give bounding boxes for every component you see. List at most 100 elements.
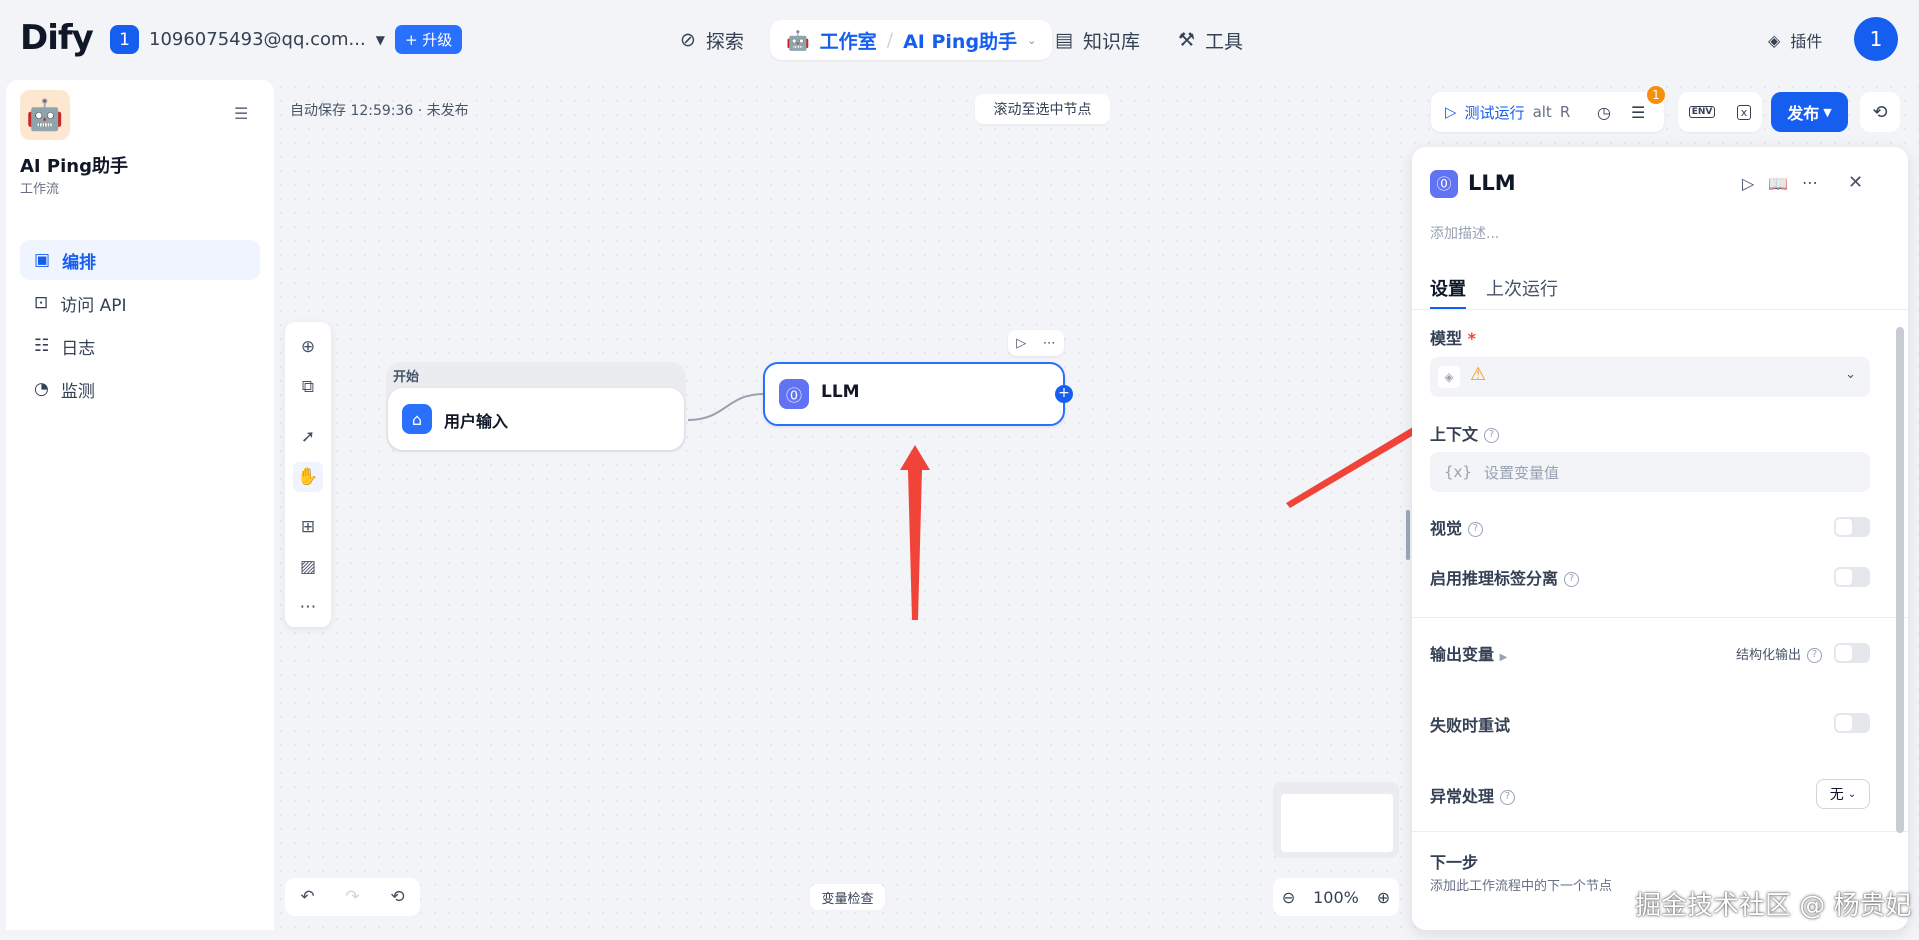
nav-studio[interactable]: 🤖 工作室 / AI Ping助手 ⌄: [770, 20, 1053, 60]
llm-icon: ⓪: [1430, 170, 1458, 198]
zoom-level[interactable]: 100%: [1313, 888, 1359, 907]
help-icon[interactable]: ?: [1468, 522, 1484, 537]
output-vars-label[interactable]: 输出变量 ▶: [1430, 641, 1507, 665]
panel-resize-handle[interactable]: [1406, 510, 1410, 560]
variable-inspect-button[interactable]: 变量检查: [810, 884, 885, 910]
checklist-count-badge: 1: [1647, 86, 1665, 104]
retry-label: 失败时重试: [1430, 716, 1511, 735]
zoom-out-icon[interactable]: ⊖: [1282, 888, 1295, 907]
run-step-icon[interactable]: ▷: [1742, 174, 1754, 193]
account-switcher[interactable]: 1 1096075493@qq.com... ▼ + 升级: [110, 25, 463, 54]
zoom-controls: ⊖ 100% ⊕: [1273, 878, 1399, 916]
error-handling-select[interactable]: 无 ⌄: [1816, 779, 1870, 809]
sidebar-item-logs[interactable]: ☷ 日志: [20, 326, 260, 366]
tab-last-run[interactable]: 上次运行: [1486, 275, 1558, 301]
scroll-to-node-button[interactable]: 滚动至选中节点: [975, 94, 1110, 124]
publish-label: 发布: [1787, 104, 1820, 123]
test-run-button[interactable]: ▷ 测试运行 alt R: [1445, 102, 1570, 123]
canvas-toolbox: ⊕ ⧉ ➚ ✋ ⊞ ▨ ⋯: [285, 322, 331, 627]
test-run-label: 测试运行: [1464, 103, 1525, 122]
app-name: AI Ping助手: [20, 156, 128, 177]
context-variable-input[interactable]: {x} 设置变量值: [1430, 452, 1870, 492]
nav-explore-label: 探索: [705, 30, 744, 53]
shortcut-key: alt: [1532, 103, 1552, 121]
llm-node-title: LLM: [821, 382, 860, 402]
cube-icon: ◈: [1768, 30, 1781, 50]
sidebar-item-monitor[interactable]: ◔ 监测: [20, 369, 260, 409]
help-icon[interactable]: ?: [1807, 648, 1822, 663]
llm-node[interactable]: ⓪ LLM +: [763, 362, 1073, 426]
context-placeholder: 设置变量值: [1483, 463, 1559, 482]
add-note-icon[interactable]: ⧉: [293, 372, 323, 402]
top-navbar: Dify 1 1096075493@qq.com... ▼ + 升级 ⊘ 探索 🤖…: [0, 0, 1919, 80]
help-icon[interactable]: ?: [1564, 572, 1580, 587]
upgrade-button[interactable]: + 升级: [394, 25, 463, 54]
vision-label-text: 视觉: [1430, 519, 1463, 538]
help-icon[interactable]: ?: [1500, 790, 1516, 805]
zoom-in-icon[interactable]: ⊕: [1377, 888, 1390, 907]
file-list-icon: ☷: [34, 336, 50, 356]
checklist-icon[interactable]: ☰: [1631, 103, 1645, 122]
play-icon[interactable]: ▷: [1016, 336, 1026, 351]
nav-explore[interactable]: ⊘ 探索: [680, 20, 744, 60]
divider: [1412, 309, 1908, 310]
vision-toggle[interactable]: [1834, 517, 1870, 537]
model-select[interactable]: ◈ ⚠ ⌄: [1430, 357, 1870, 397]
add-node-icon[interactable]: ⊕: [293, 332, 323, 362]
publish-button[interactable]: 发布 ▼: [1771, 92, 1848, 132]
sidebar-item-orchestrate[interactable]: ▣ 编排: [20, 240, 260, 280]
history-icon[interactable]: ⟲: [390, 887, 404, 907]
more-icon[interactable]: ⋯: [1802, 173, 1818, 192]
next-step-label: 下一步: [1430, 853, 1479, 872]
structured-output-toggle[interactable]: [1834, 643, 1870, 663]
nav-knowledge[interactable]: ▤ 知识库: [1055, 20, 1140, 60]
help-icon[interactable]: ?: [1484, 428, 1500, 443]
robot-app-icon: 🤖: [20, 90, 70, 140]
panel-title[interactable]: LLM: [1468, 171, 1516, 195]
reasoning-toggle[interactable]: [1834, 567, 1870, 587]
description-input[interactable]: 添加描述...: [1430, 223, 1499, 243]
start-node-title: 用户输入: [444, 412, 509, 431]
required-mark: *: [1467, 329, 1476, 348]
chevron-down-icon: ⌄: [1845, 367, 1856, 382]
more-icon[interactable]: ⋯: [1043, 336, 1056, 351]
output-vars-label-text: 输出变量: [1430, 645, 1495, 664]
add-next-node-icon[interactable]: +: [1055, 385, 1073, 403]
minimap[interactable]: [1273, 782, 1399, 858]
tab-settings[interactable]: 设置: [1430, 275, 1466, 301]
more-icon[interactable]: ⋯: [293, 592, 323, 622]
retry-toggle[interactable]: [1834, 713, 1870, 733]
redo-icon[interactable]: ↷: [345, 887, 359, 907]
nav-studio-label: 工作室: [819, 30, 877, 53]
conversation-var-icon[interactable]: x: [1736, 104, 1752, 120]
plugins-button[interactable]: ◈ 插件: [1768, 20, 1822, 60]
pointer-icon[interactable]: ➚: [293, 422, 323, 452]
env-button[interactable]: ENV: [1688, 106, 1716, 118]
sidebar-item-api[interactable]: ⊡ 访问 API: [20, 283, 260, 323]
model-label-text: 模型: [1430, 329, 1463, 348]
caret-right-icon: ▶: [1499, 652, 1508, 663]
app-switcher[interactable]: AI Ping助手: [903, 27, 1017, 54]
organize-icon[interactable]: ⊞: [293, 512, 323, 542]
run-history-icon[interactable]: ◷: [1597, 103, 1611, 122]
hand-icon[interactable]: ✋: [293, 462, 323, 492]
close-icon[interactable]: ✕: [1848, 172, 1863, 193]
warning-icon: ⚠: [1470, 364, 1487, 385]
avatar[interactable]: 1: [1854, 17, 1898, 61]
plus-icon: +: [404, 31, 423, 49]
sidebar-collapse-icon[interactable]: ☰: [234, 104, 248, 123]
panel-scrollbar[interactable]: [1896, 327, 1904, 833]
undo-icon[interactable]: ↶: [300, 887, 314, 907]
structured-output-label: 结构化输出?: [1736, 644, 1822, 663]
image-export-icon[interactable]: ▨: [293, 552, 323, 582]
dify-logo[interactable]: Dify: [20, 18, 94, 58]
start-node[interactable]: ⌂ 用户输入: [388, 388, 684, 450]
reasoning-label-text: 启用推理标签分离: [1430, 569, 1559, 588]
version-history-button[interactable]: ⟲: [1860, 92, 1900, 132]
book-icon: ▤: [1055, 29, 1073, 51]
context-label-text: 上下文: [1430, 425, 1479, 444]
error-handling-text: 异常处理: [1430, 787, 1495, 806]
help-doc-icon[interactable]: 📖: [1768, 174, 1788, 193]
vision-label: 视觉?: [1430, 515, 1484, 539]
nav-tools[interactable]: ⚒ 工具: [1178, 20, 1243, 60]
